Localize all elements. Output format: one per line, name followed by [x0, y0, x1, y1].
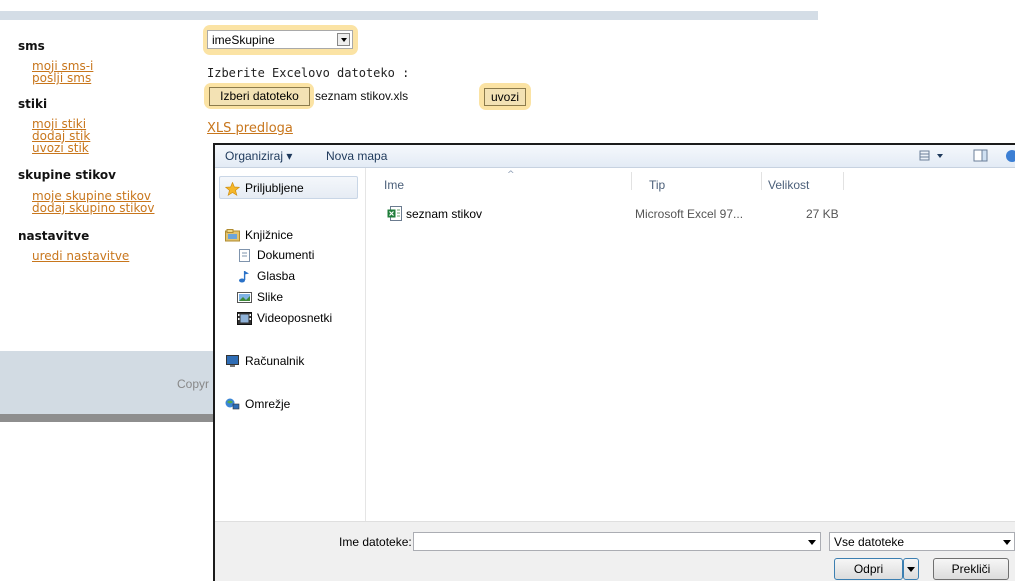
nav-music-label: Glasba: [257, 269, 296, 283]
nav-link-import-contact[interactable]: uvozi stik: [32, 142, 89, 154]
chosen-file-name: seznam stikov.xls: [315, 89, 409, 103]
column-divider: [761, 172, 762, 190]
nav-link-send-sms[interactable]: pošlji sms: [32, 72, 91, 84]
nav-documents-label: Dokumenti: [257, 248, 315, 262]
nav-network-label: Omrežje: [245, 397, 291, 411]
chevron-down-icon[interactable]: [808, 540, 816, 545]
file-size: 27 KB: [806, 207, 839, 221]
file-row[interactable]: seznam stikov Microsoft Excel 97... 27 K…: [384, 205, 854, 223]
file-name: seznam stikov: [406, 207, 483, 221]
column-header-size[interactable]: Velikost: [768, 178, 809, 202]
view-options-icon[interactable]: [918, 149, 948, 163]
column-header-name[interactable]: Ime: [384, 178, 404, 202]
copyright-text: Copyr: [177, 377, 210, 391]
nav-documents[interactable]: Dokumenti: [237, 248, 314, 262]
star-icon: [224, 181, 241, 196]
nav-videos[interactable]: Videoposnetki: [237, 311, 332, 325]
column-divider: [631, 172, 632, 190]
group-select[interactable]: imeSkupine: [207, 30, 353, 49]
nav-videos-label: Videoposnetki: [257, 311, 333, 325]
choose-file-button[interactable]: Izberi datoteko: [209, 87, 310, 106]
nav-music[interactable]: Glasba: [237, 269, 295, 283]
video-icon: [237, 311, 252, 325]
nav-link-add-group[interactable]: dodaj skupino stikov: [32, 202, 154, 214]
column-header-type[interactable]: Tip: [649, 178, 665, 202]
nav-link-edit-settings[interactable]: uredi nastavitve: [32, 250, 129, 262]
filename-label: Ime datoteke:: [339, 535, 412, 549]
filename-input[interactable]: [413, 532, 821, 551]
preview-pane-icon[interactable]: [973, 149, 989, 163]
filetype-value: Vse datoteke: [834, 535, 905, 549]
import-button[interactable]: uvozi: [484, 88, 526, 106]
cancel-button[interactable]: Prekliči: [933, 558, 1009, 580]
excel-file-icon: [387, 206, 403, 221]
filetype-select[interactable]: Vse datoteke: [829, 532, 1015, 551]
nav-libraries-label: Knjižnice: [245, 228, 294, 242]
picture-icon: [237, 291, 252, 304]
new-folder-button[interactable]: Nova mapa: [326, 149, 387, 163]
nav-heading-sms: sms: [18, 39, 45, 53]
music-icon: [237, 270, 252, 283]
nav-libraries[interactable]: Knjižnice: [225, 228, 293, 242]
chevron-down-icon: [907, 567, 915, 572]
chevron-down-icon[interactable]: [337, 33, 350, 46]
nav-computer[interactable]: Računalnik: [225, 354, 304, 368]
sort-arrow-icon: ^: [507, 170, 515, 180]
group-select-value: imeSkupine: [212, 33, 275, 47]
excel-file-label: Izberite Excelovo datoteko :: [207, 66, 410, 80]
library-icon: [225, 228, 240, 242]
column-divider: [843, 172, 844, 190]
nav-computer-label: Računalnik: [245, 354, 305, 368]
open-button[interactable]: Odpri: [834, 558, 903, 580]
organize-menu[interactable]: Organiziraj ▾: [225, 149, 292, 163]
open-options-button[interactable]: [903, 558, 919, 580]
nav-favorites[interactable]: Priljubljene: [224, 181, 304, 196]
dialog-nav-pane: Priljubljene Knjižnice Dokumenti Glasba …: [215, 168, 366, 521]
nav-pictures-label: Slike: [257, 290, 284, 304]
nav-heading-groups: skupine stikov: [18, 168, 116, 182]
file-type: Microsoft Excel 97...: [635, 207, 744, 221]
help-icon[interactable]: [1004, 149, 1015, 163]
computer-icon: [225, 354, 240, 368]
network-icon: [225, 398, 240, 411]
chevron-down-icon[interactable]: [1003, 540, 1011, 545]
top-bar: [0, 11, 818, 20]
xls-template-link[interactable]: XLS predloga: [207, 122, 293, 136]
document-icon: [237, 248, 252, 262]
nav-network[interactable]: Omrežje: [225, 397, 290, 411]
nav-heading-contacts: stiki: [18, 97, 48, 111]
nav-favorites-label: Priljubljene: [245, 181, 304, 195]
dialog-toolbar: Organiziraj ▾ Nova mapa: [215, 145, 1015, 168]
nav-heading-settings: nastavitve: [18, 229, 90, 243]
nav-pictures[interactable]: Slike: [237, 290, 283, 304]
